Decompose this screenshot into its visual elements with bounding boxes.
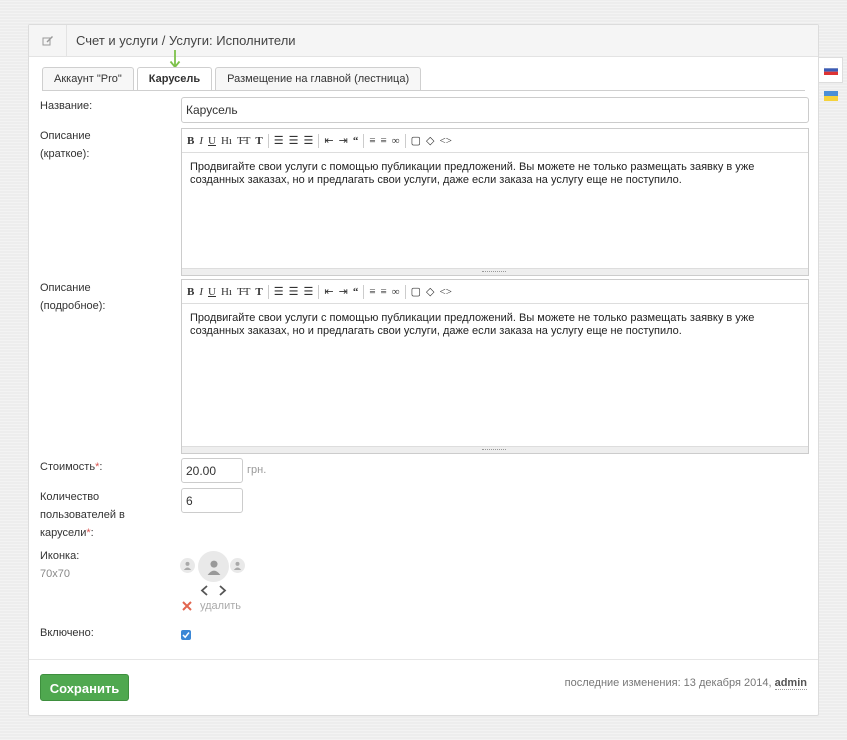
users-count-input[interactable] [181, 488, 243, 513]
enabled-checkbox[interactable] [181, 630, 191, 640]
edit-icon [29, 24, 67, 57]
indent-icon[interactable]: ⇥ [339, 285, 348, 299]
tab-carousel[interactable]: Карусель [136, 67, 213, 91]
flag-ua-icon[interactable] [819, 83, 843, 109]
arrow-down-icon [169, 50, 181, 69]
outdent-icon[interactable]: ⇤ [324, 285, 333, 299]
tab-account-pro[interactable]: Аккаунт "Pro" [42, 67, 134, 90]
full-desc-toolbar: B I U Hı T̶T T ☰ ☰ ☰ ⇤ ⇥ “ ≡ ≡ ∞ ▢ ◇ <> [182, 280, 808, 304]
short-desc-label: Описание (краткое): [40, 130, 91, 160]
language-switcher [819, 57, 843, 109]
page-title: Счет и услуги / Услуги: Исполнители [76, 33, 296, 48]
panel-header: Счет и услуги / Услуги: Исполнители [29, 24, 818, 57]
admin-user-link[interactable]: admin [774, 677, 807, 690]
heading-icon[interactable]: Hı [221, 134, 232, 148]
short-desc-toolbar: B I U Hı T̶T T ☰ ☰ ☰ ⇤ ⇥ “ ≡ ≡ ∞ ▢ ◇ <> [182, 129, 808, 153]
align-center-icon[interactable]: ☰ [289, 285, 299, 299]
delete-icon-link[interactable]: удалить [181, 600, 241, 612]
full-desc-editor: B I U Hı T̶T T ☰ ☰ ☰ ⇤ ⇥ “ ≡ ≡ ∞ ▢ ◇ <> … [181, 279, 809, 454]
price-label: Стоимость*: [40, 461, 103, 473]
chevron-right-icon[interactable] [218, 585, 227, 596]
full-desc-label: Описание (подробное): [40, 282, 106, 312]
heading-icon[interactable]: Hı [221, 285, 232, 299]
price-input[interactable] [181, 458, 243, 483]
italic-icon[interactable]: I [199, 285, 203, 299]
eraser-icon[interactable]: ◇ [426, 134, 434, 148]
clear-format-icon[interactable]: T̶T [237, 285, 250, 299]
close-icon [182, 601, 192, 611]
ordered-list-icon[interactable]: ≡ [369, 134, 375, 148]
icon-label: Иконка: 70x70 [40, 550, 80, 580]
users-count-label: Количество пользователей в карусели*: [40, 491, 125, 539]
short-desc-editor: B I U Hı T̶T T ☰ ☰ ☰ ⇤ ⇥ “ ≡ ≡ ∞ ▢ ◇ <> … [181, 128, 809, 276]
indent-icon[interactable]: ⇥ [339, 134, 348, 148]
align-left-icon[interactable]: ☰ [274, 285, 284, 299]
price-unit: грн. [247, 464, 267, 476]
full-desc-resize-handle[interactable] [182, 446, 808, 453]
name-label: Название: [40, 100, 93, 112]
source-code-icon[interactable]: <> [439, 134, 451, 148]
fullscreen-icon[interactable]: ▢ [411, 285, 421, 299]
align-right-icon[interactable]: ☰ [304, 285, 314, 299]
flag-ru-icon[interactable] [819, 57, 843, 83]
text-color-icon[interactable]: T [255, 134, 262, 148]
tab-homepage-ladder[interactable]: Размещение на главной (лестница) [215, 67, 422, 90]
bold-icon[interactable]: B [187, 134, 194, 148]
delete-label: удалить [200, 600, 242, 612]
quote-icon[interactable]: “ [353, 285, 359, 299]
last-modified: последние изменения: 13 декабря 2014, ad… [564, 677, 807, 690]
link-icon[interactable]: ∞ [392, 134, 400, 148]
footer-divider [29, 659, 818, 660]
italic-icon[interactable]: I [199, 134, 203, 148]
bold-icon[interactable]: B [187, 285, 194, 299]
bullet-list-icon[interactable]: ≡ [381, 134, 387, 148]
text-color-icon[interactable]: T [255, 285, 262, 299]
avatar-current[interactable] [198, 551, 229, 582]
chevron-left-icon[interactable] [200, 585, 209, 596]
align-right-icon[interactable]: ☰ [304, 134, 314, 148]
enabled-label: Включено: [40, 627, 94, 639]
link-icon[interactable]: ∞ [392, 285, 400, 299]
clear-format-icon[interactable]: T̶T [237, 134, 250, 148]
outdent-icon[interactable]: ⇤ [324, 134, 333, 148]
save-button[interactable]: Сохранить [40, 674, 129, 701]
source-code-icon[interactable]: <> [439, 285, 451, 299]
short-desc-resize-handle[interactable] [182, 268, 808, 275]
tabs-divider [42, 90, 805, 91]
tab-bar: Аккаунт "Pro" Карусель Размещение на гла… [42, 67, 424, 91]
avatar-prev[interactable] [180, 558, 195, 573]
full-desc-content[interactable]: Продвигайте свои услуги с помощью публик… [182, 304, 808, 346]
service-edit-panel: Счет и услуги / Услуги: Исполнители Акка… [28, 24, 819, 716]
eraser-icon[interactable]: ◇ [426, 285, 434, 299]
align-left-icon[interactable]: ☰ [274, 134, 284, 148]
ordered-list-icon[interactable]: ≡ [369, 285, 375, 299]
short-desc-content[interactable]: Продвигайте свои услуги с помощью публик… [182, 153, 808, 195]
name-input[interactable] [181, 97, 809, 123]
align-center-icon[interactable]: ☰ [289, 134, 299, 148]
underline-icon[interactable]: U [208, 134, 216, 148]
underline-icon[interactable]: U [208, 285, 216, 299]
quote-icon[interactable]: “ [353, 134, 359, 148]
bullet-list-icon[interactable]: ≡ [381, 285, 387, 299]
fullscreen-icon[interactable]: ▢ [411, 134, 421, 148]
avatar-next[interactable] [230, 558, 245, 573]
